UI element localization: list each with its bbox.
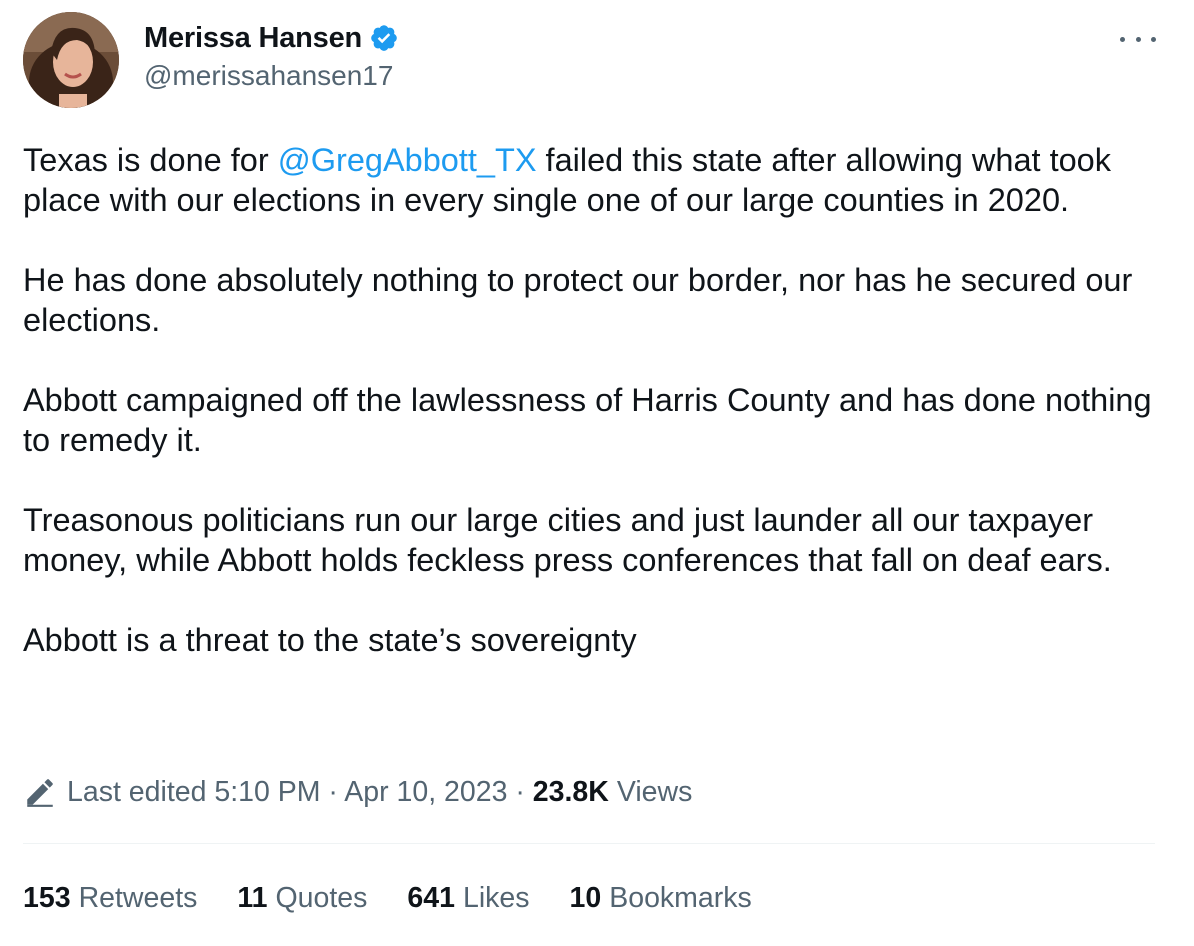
tweet-paragraph: Abbott campaigned off the lawlessness of… <box>23 382 1152 458</box>
views-label: Views <box>616 775 693 808</box>
mention-link[interactable]: @GregAbbott_TX <box>278 142 537 178</box>
more-horizontal-icon[interactable] <box>1120 28 1156 50</box>
quotes-label: Quotes <box>275 881 368 914</box>
more-dot <box>1135 36 1141 42</box>
author-handle[interactable]: @merissahansen17 <box>144 60 393 92</box>
retweets-stat[interactable]: 153 Retweets <box>23 882 197 915</box>
bookmarks-label: Bookmarks <box>609 881 752 914</box>
tweet-paragraph: Abbott is a threat to the state’s sovere… <box>23 622 637 658</box>
more-dot <box>1151 36 1156 42</box>
tweet-text: Texas is done for @GregAbbott_TX failed … <box>23 140 1163 660</box>
tweet-card: Merissa Hansen @merissahansen17 Texas is… <box>0 0 1194 946</box>
pencil-edit-icon[interactable] <box>23 775 57 809</box>
avatar-image <box>23 12 119 108</box>
quotes-count: 11 <box>237 881 268 914</box>
views-count[interactable]: 23.8K <box>533 776 609 809</box>
retweets-count: 153 <box>23 881 71 914</box>
avatar[interactable] <box>23 12 119 108</box>
likes-count: 641 <box>407 881 455 914</box>
tweet-meta: Last edited 5:10 PM · Apr 10, 2023 · 23.… <box>23 770 692 814</box>
author-name-row: Merissa Hansen <box>144 20 399 56</box>
bookmarks-stat[interactable]: 10 Bookmarks <box>570 882 752 915</box>
tweet-paragraph: He has done absolutely nothing to protec… <box>23 262 1133 338</box>
tweet-text-segment: Texas is done for <box>23 142 278 178</box>
bookmarks-count: 10 <box>569 881 602 914</box>
author-display-name[interactable]: Merissa Hansen <box>144 22 362 55</box>
likes-stat[interactable]: 641 Likes <box>407 882 529 915</box>
verified-badge-icon[interactable] <box>369 23 399 53</box>
tweet-paragraph: Texas is done for @GregAbbott_TX failed … <box>23 140 1163 220</box>
likes-label: Likes <box>462 881 530 914</box>
engagement-stats: 153 Retweets 11 Quotes 641 Likes 10 Bookmark… <box>23 876 792 920</box>
tweet-paragraph: Treasonous politicians run our large cit… <box>23 502 1112 578</box>
retweets-label: Retweets <box>78 881 198 914</box>
more-dot <box>1120 36 1125 42</box>
last-edited-timestamp[interactable]: Last edited 5:10 PM · Apr 10, 2023 · <box>67 776 533 809</box>
divider <box>23 843 1155 844</box>
quotes-stat[interactable]: 11 Quotes <box>237 882 367 915</box>
